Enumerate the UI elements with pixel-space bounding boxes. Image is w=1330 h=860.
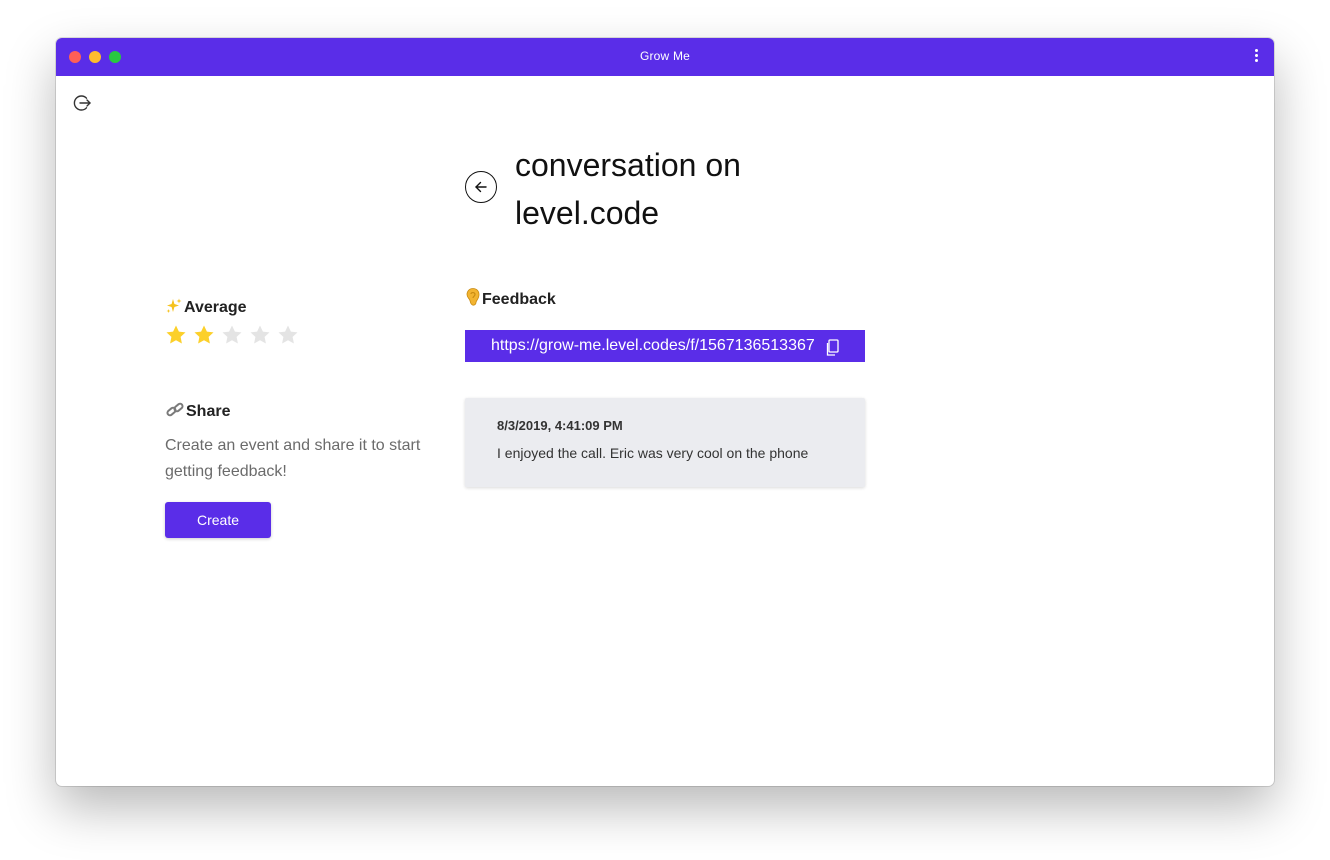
share-title: Share	[186, 403, 231, 420]
feedback-link[interactable]: https://grow-me.level.codes/f/1567136513…	[491, 337, 815, 354]
link-icon	[165, 401, 185, 424]
arrow-left-icon	[475, 181, 487, 193]
star-empty-icon	[222, 325, 242, 344]
feedback-title: Feedback	[482, 291, 556, 308]
star-filled-icon	[166, 325, 186, 344]
feedback-date: 8/3/2019, 4:41:09 PM	[497, 418, 623, 433]
star-empty-icon	[250, 325, 270, 344]
ear-icon	[465, 287, 481, 312]
average-heading: Average	[165, 297, 247, 320]
create-button[interactable]: Create	[165, 502, 271, 538]
feedback-card: 8/3/2019, 4:41:09 PM I enjoyed the call.…	[465, 398, 865, 487]
feedback-text: I enjoyed the call. Eric was very cool o…	[497, 445, 809, 461]
copy-icon[interactable]	[825, 337, 839, 356]
kebab-menu-icon[interactable]	[1252, 49, 1260, 65]
share-heading: Share	[165, 401, 230, 424]
page-title: conversation on level.code	[515, 147, 741, 231]
feedback-heading: Feedback	[465, 287, 556, 312]
app-window: Grow Me conversation on level.code Avera…	[56, 38, 1274, 786]
sparkles-icon	[165, 297, 183, 320]
back-button[interactable]	[465, 171, 497, 203]
star-filled-icon	[194, 325, 214, 344]
average-rating-stars	[165, 324, 305, 346]
window-title: Grow Me	[639, 49, 691, 63]
star-empty-icon	[278, 325, 298, 344]
share-description: Create an event and share it to start ge…	[165, 437, 421, 480]
feedback-link-bar[interactable]: https://grow-me.level.codes/f/1567136513…	[465, 330, 865, 362]
logout-icon[interactable]	[72, 93, 92, 113]
average-title: Average	[184, 299, 247, 316]
title-bar[interactable]: Grow Me	[56, 38, 1274, 76]
